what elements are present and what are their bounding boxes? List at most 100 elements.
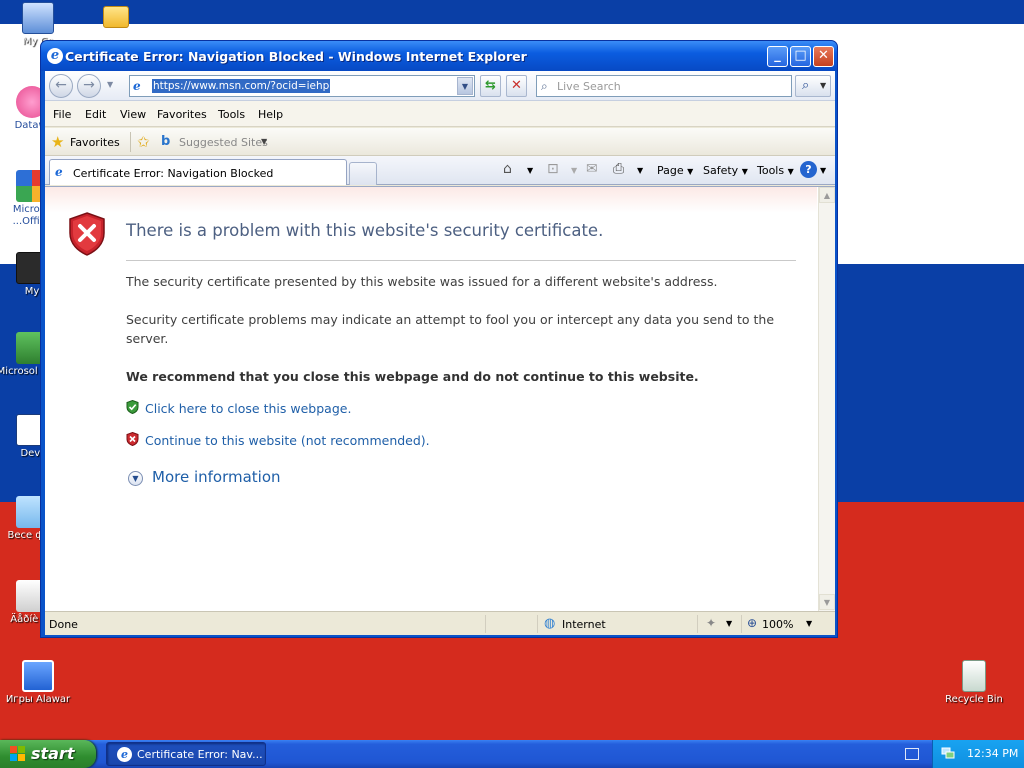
minimize-button[interactable]: _: [767, 46, 788, 67]
menu-help[interactable]: Help: [258, 108, 283, 121]
tools-menu-label: Tools: [757, 164, 785, 177]
suggested-sites-button[interactable]: Suggested Sites: [179, 136, 268, 149]
menu-tools[interactable]: Tools: [218, 108, 245, 121]
home-dropdown-icon[interactable]: ▼: [527, 166, 533, 175]
address-url[interactable]: https://www.msn.com/?ocid=iehp: [152, 79, 331, 93]
shield-error-icon: [69, 212, 105, 256]
menu-file[interactable]: File: [53, 108, 71, 121]
title-bar[interactable]: e Certificate Error: Navigation Blocked …: [41, 41, 837, 71]
recent-pages-dropdown[interactable]: ▼: [107, 80, 113, 89]
address-dropdown-button[interactable]: ▼: [457, 77, 473, 95]
page-content: There is a problem with this website's s…: [45, 186, 835, 612]
search-go-icon: ⌕: [802, 78, 810, 93]
computer-icon: [22, 2, 54, 34]
folder-icon: [103, 6, 129, 28]
content-top-glow: [45, 187, 817, 213]
feeds-icon[interactable]: ⊡: [547, 161, 559, 177]
new-tab-button[interactable]: [349, 162, 377, 185]
more-information-toggle[interactable]: ▼ More information: [128, 468, 281, 486]
search-options-dropdown-icon: ▼: [820, 81, 827, 90]
desktop-icon-alawar[interactable]: Игры Alawar: [0, 660, 76, 706]
print-icon[interactable]: ⎙: [613, 161, 624, 177]
address-bar[interactable]: e https://www.msn.com/?ocid=iehp ▼: [129, 75, 475, 97]
windows-logo-icon: [10, 746, 25, 761]
protected-mode-icon: ✦: [706, 616, 717, 630]
page-ie-icon: e: [133, 79, 141, 93]
globe-icon: ◍: [544, 616, 556, 631]
tab-row: e Certificate Error: Navigation Blocked …: [45, 156, 835, 185]
desktop-icon-recycle-bin[interactable]: Recycle Bin: [936, 660, 1012, 706]
search-box[interactable]: ⌕ Live Search: [536, 75, 792, 97]
risk-description: Security certificate problems may indica…: [126, 312, 775, 346]
mail-icon[interactable]: ✉: [586, 161, 598, 177]
minimize-icon: _: [774, 48, 781, 63]
menu-bar: File Edit View Favorites Tools Help: [45, 101, 835, 127]
network-icon[interactable]: [941, 746, 955, 760]
favorites-button[interactable]: Favorites: [70, 136, 120, 149]
scroll-up-arrow[interactable]: ▲: [819, 187, 835, 203]
ie-window: e Certificate Error: Navigation Blocked …: [40, 40, 838, 638]
favorites-bar: ★ Favorites ✩ b Suggested Sites ▼: [45, 128, 835, 156]
tab-ie-icon: e: [55, 165, 63, 179]
continue-to-website-link-label: Continue to this website (not recommende…: [145, 433, 430, 448]
status-bar: Done ◍ Internet ✦ ▼ ⊕ 100% ▼: [45, 611, 835, 635]
clock[interactable]: 12:34 PM: [967, 747, 1018, 760]
taskbar-item-ie[interactable]: e Certificate Error: Nav...: [106, 742, 266, 766]
zoom-icon: ⊕: [747, 616, 758, 630]
feeds-dropdown-icon[interactable]: ▼: [571, 166, 577, 175]
zoom-control[interactable]: ⊕ 100% ▼: [741, 615, 817, 633]
help-icon[interactable]: ?: [800, 161, 817, 178]
tools-menu-button[interactable]: Tools ▼: [757, 164, 794, 177]
back-arrow-icon: ←: [55, 77, 67, 93]
taskbar-ie-icon: e: [117, 747, 132, 762]
close-window-button[interactable]: ✕: [813, 46, 834, 67]
tab-certificate-error[interactable]: e Certificate Error: Navigation Blocked: [49, 159, 347, 185]
chevron-down-icon[interactable]: ▼: [261, 137, 267, 146]
status-cell: [485, 615, 535, 633]
favorites-star-icon: ★: [51, 133, 65, 151]
close-webpage-link-label: Click here to close this webpage.: [145, 401, 352, 416]
close-webpage-link[interactable]: Click here to close this webpage.: [126, 400, 351, 416]
forward-arrow-icon: →: [83, 77, 95, 93]
help-dropdown-icon[interactable]: ▼: [820, 166, 826, 175]
green-shield-icon: [126, 400, 139, 414]
back-button[interactable]: ←: [49, 74, 73, 98]
forward-button[interactable]: →: [77, 74, 101, 98]
stop-button[interactable]: ✕: [506, 75, 527, 97]
desktop-icon-label: Recycle Bin: [945, 694, 1003, 705]
safety-menu-button[interactable]: Safety ▼: [703, 164, 748, 177]
chevron-down-icon: ▼: [806, 619, 813, 628]
keyboard-layout-icon[interactable]: [905, 748, 919, 760]
continue-to-website-link[interactable]: Continue to this website (not recommende…: [126, 432, 430, 448]
vertical-scrollbar[interactable]: ▲ ▼: [818, 187, 835, 612]
refresh-icon: ⇆: [485, 78, 496, 93]
search-icon: ⌕: [541, 79, 548, 93]
red-shield-icon: [126, 432, 139, 446]
protected-mode-cell[interactable]: ✦ ▼: [697, 615, 739, 633]
ie-logo-icon: e: [47, 48, 63, 64]
search-placeholder: Live Search: [557, 80, 621, 93]
search-button[interactable]: ⌕ ▼: [795, 75, 831, 97]
chevron-down-icon: ▼: [787, 167, 794, 176]
status-text: Done: [49, 618, 78, 631]
safety-menu-label: Safety: [703, 164, 739, 177]
maximize-button[interactable]: □: [790, 46, 811, 67]
issue-description: The security certificate presented by th…: [126, 274, 718, 289]
home-icon[interactable]: ⌂: [503, 161, 512, 177]
page-menu-button[interactable]: Page ▼: [657, 164, 693, 177]
start-button[interactable]: start: [0, 740, 96, 768]
more-information-label: More information: [152, 468, 281, 486]
security-zone-cell[interactable]: ◍ Internet: [537, 615, 697, 633]
refresh-button[interactable]: ⇆: [480, 75, 501, 97]
add-favorite-icon[interactable]: ✩: [137, 133, 150, 151]
menu-favorites[interactable]: Favorites: [157, 108, 207, 121]
chevron-down-icon: ▼: [687, 167, 694, 176]
print-dropdown-icon[interactable]: ▼: [637, 166, 643, 175]
recommendation-text: We recommend that you close this webpage…: [126, 369, 699, 384]
menu-view[interactable]: View: [120, 108, 146, 121]
menu-edit[interactable]: Edit: [85, 108, 106, 121]
tab-label: Certificate Error: Navigation Blocked: [73, 167, 274, 180]
scroll-down-arrow[interactable]: ▼: [819, 594, 835, 610]
desktop-icon-folder[interactable]: [78, 2, 154, 30]
desktop-icon-label: My: [24, 286, 40, 297]
